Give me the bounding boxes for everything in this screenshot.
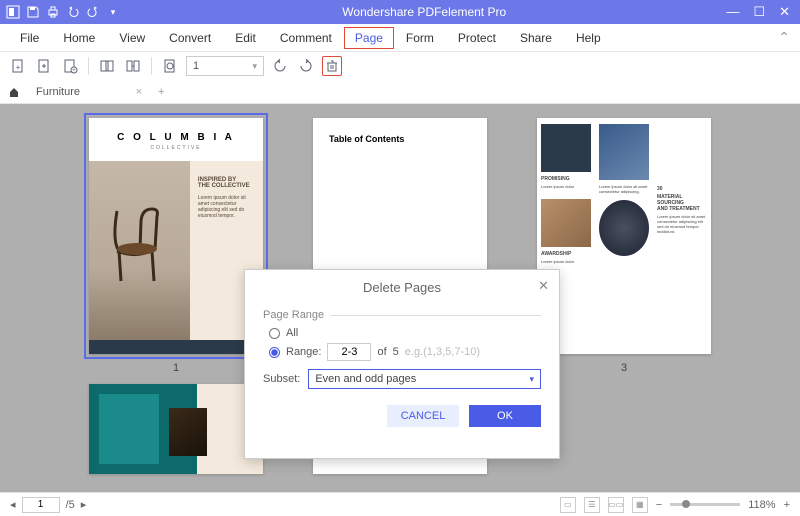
zoom-in-icon[interactable]: + [784,499,790,511]
option-all-label: All [286,327,298,339]
maximize-button[interactable]: ☐ [753,4,765,20]
print-icon[interactable] [44,3,62,21]
option-range-radio[interactable] [269,347,280,358]
menu-protect[interactable]: Protect [446,27,508,49]
menu-help[interactable]: Help [564,27,613,49]
subset-select[interactable]: Even and odd pages▾ [308,369,541,389]
current-page-input[interactable] [22,497,60,513]
insert-page-icon[interactable]: + [60,56,80,76]
menu-bar: File Home View Convert Edit Comment Page… [0,24,800,52]
page-number: 1 [173,362,179,374]
page-thumbnail-canvas: C O L U M B I A COLLECTIVE INSPIRED BY T… [0,104,800,492]
menu-file[interactable]: File [8,27,51,49]
extract-page-icon[interactable] [97,56,117,76]
cancel-button[interactable]: CANCEL [387,405,459,427]
range-hint: e.g.(1,3,5,7-10) [405,346,480,358]
collapse-ribbon-icon[interactable]: ⌃ [778,29,790,46]
save-icon[interactable] [24,3,42,21]
rotate-left-icon[interactable] [270,56,290,76]
view-continuous-icon[interactable]: ☰ [584,497,600,513]
menu-comment[interactable]: Comment [268,27,344,49]
menu-page[interactable]: Page [344,27,394,49]
page-thumbnail[interactable]: PROMISINGLorem ipsum dolorAWARDSHIPLorem… [537,118,711,374]
ok-button[interactable]: OK [469,405,541,427]
option-all-radio[interactable] [269,328,280,339]
dialog-close-icon[interactable]: ✕ [538,278,549,294]
menu-edit[interactable]: Edit [223,27,268,49]
subset-label: Subset: [263,373,300,385]
status-bar: ◂ /5 ▸ ▭ ☰ ▭▭ ▦ − 118% + [0,492,800,516]
home-tab-icon[interactable] [8,86,24,98]
close-button[interactable]: ✕ [779,4,790,20]
undo-icon[interactable] [64,3,82,21]
minimize-button[interactable]: — [726,4,739,20]
titlebar-quick-actions: ▾ [0,3,122,21]
window-controls: — ☐ ✕ [726,4,800,20]
app-title: Wondershare PDFelement Pro [122,5,726,19]
menu-convert[interactable]: Convert [157,27,223,49]
menu-share[interactable]: Share [508,27,564,49]
menu-form[interactable]: Form [394,27,446,49]
delete-pages-dialog: ✕ Delete Pages Page Range All Range: of … [244,269,560,459]
view-single-icon[interactable]: ▭ [560,497,576,513]
tab-title: Furniture [36,86,80,98]
prev-page-icon[interactable]: ◂ [10,498,16,511]
view-grid-icon[interactable]: ▦ [632,497,648,513]
of-label: of [377,346,386,358]
app-logo-icon [4,3,22,21]
total-pages: 5 [393,346,399,358]
menu-view[interactable]: View [107,27,157,49]
option-range-label: Range: [286,346,321,358]
new-tab-button[interactable]: + [150,86,172,98]
page-thumbnail[interactable] [89,384,263,474]
page1-subbrand: COLLECTIVE [89,145,263,151]
split-page-icon[interactable] [123,56,143,76]
svg-text:+: + [72,68,76,74]
page2-title: Table of Contents [313,118,487,160]
tab-close-icon[interactable]: × [136,86,142,98]
zoom-slider[interactable] [670,503,740,506]
title-bar: ▾ Wondershare PDFelement Pro — ☐ ✕ [0,0,800,24]
page-thumbnail[interactable]: C O L U M B I A COLLECTIVE INSPIRED BY T… [89,118,263,374]
document-tab[interactable]: Furniture × [24,86,150,98]
view-two-page-icon[interactable]: ▭▭ [608,497,624,513]
svg-text:+: + [16,63,21,72]
page-range-group-label: Page Range [263,309,541,321]
dialog-title: Delete Pages [245,270,559,309]
redo-icon[interactable] [84,3,102,21]
page1-brand: C O L U M B I A [89,118,263,145]
page-total: /5 [66,499,75,511]
page-number: 3 [621,362,627,374]
insert-page-from-file-icon[interactable] [34,56,54,76]
rotate-right-icon[interactable] [296,56,316,76]
page-toolbar: + + 1▾ [0,52,800,80]
next-page-icon[interactable]: ▸ [81,498,87,511]
zoom-value: 118% [748,499,775,511]
menu-home[interactable]: Home [51,27,107,49]
insert-blank-page-icon[interactable]: + [8,56,28,76]
delete-page-icon[interactable] [322,56,342,76]
replace-page-icon[interactable] [160,56,180,76]
document-tab-bar: Furniture × + [0,80,800,104]
dropdown-icon[interactable]: ▾ [104,3,122,21]
range-input[interactable] [327,343,371,361]
page-number-select[interactable]: 1▾ [186,56,264,76]
zoom-out-icon[interactable]: − [656,499,662,511]
